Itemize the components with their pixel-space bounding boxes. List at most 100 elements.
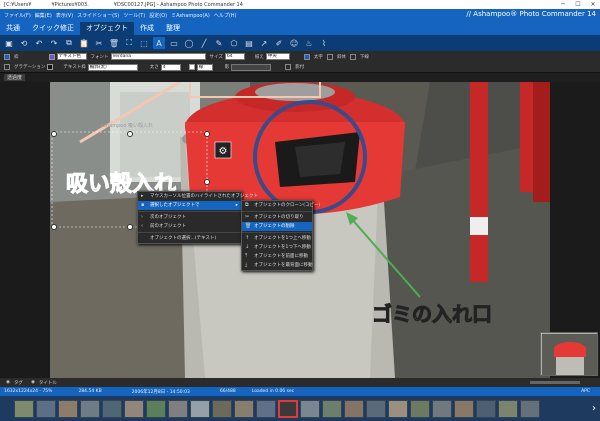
thumbnail[interactable]	[36, 399, 56, 418]
delete-icon[interactable]: 🗑	[108, 37, 120, 49]
gradient-color-swatch[interactable]	[47, 64, 54, 70]
text-object-slot[interactable]: ゴミの入れ口	[372, 298, 493, 327]
polygon-icon[interactable]: ⬠	[228, 37, 240, 49]
submenu-item-move-down[interactable]: ↓ オブジェクトを1つ下へ移動	[242, 243, 312, 252]
menu-tools[interactable]: ツール(T)	[123, 12, 145, 19]
tab-organize[interactable]: 整理	[160, 22, 186, 35]
tab-common[interactable]: 共通	[0, 22, 26, 35]
maximize-button[interactable]: ☐	[571, 0, 585, 9]
thumbnail[interactable]	[212, 399, 232, 418]
redo-icon[interactable]: ↷	[48, 37, 60, 49]
submenu-item-bring-front[interactable]: ⤒ オブジェクトを前面に移動	[242, 252, 312, 261]
thumbnail[interactable]	[344, 399, 364, 418]
thumbnail[interactable]	[498, 399, 518, 418]
tag-label[interactable]: タグ	[14, 380, 23, 386]
thumbnail[interactable]	[58, 399, 78, 418]
thumbnail[interactable]	[14, 399, 34, 418]
line-icon[interactable]: ╱	[198, 37, 210, 49]
zoom-slider[interactable]	[530, 381, 580, 384]
thumbnail[interactable]	[80, 399, 100, 418]
menu-view[interactable]: 表示(V)	[56, 12, 73, 19]
menu-item-select-object[interactable]: オブジェクトの選択...(テキスト)	[138, 234, 241, 243]
brush-icon[interactable]: ⌇	[318, 37, 330, 49]
text-color-swatch[interactable]	[48, 53, 55, 60]
thumbnail[interactable]	[168, 399, 188, 418]
thumbnail[interactable]	[520, 399, 540, 418]
frame-icon[interactable]: ⬚	[138, 37, 150, 49]
copy-icon[interactable]: ⧉	[63, 37, 75, 49]
italic-checkbox[interactable]	[326, 53, 333, 60]
menu-item-highlighted-object[interactable]: ▸ マウスカーソル位置のハイライトされたオブジェクト	[138, 192, 258, 201]
thumbnail[interactable]	[256, 399, 276, 418]
text-color-button[interactable]: テキスト色	[56, 53, 87, 60]
menu-help[interactable]: ヘルプ(H)	[214, 12, 237, 19]
thumbnail[interactable]	[476, 399, 496, 418]
marker-icon[interactable]: ✐	[273, 37, 285, 49]
submenu-item-clone[interactable]: ⧉ オブジェクトのクローン(コピー)	[242, 201, 320, 210]
cut-icon[interactable]: ✂	[93, 37, 105, 49]
arrow-icon[interactable]: ↗	[258, 37, 270, 49]
menu-settings[interactable]: 設定(O)	[149, 12, 167, 19]
submenu-item-move-up[interactable]: ↑ オブジェクトを1つ上へ移動	[242, 234, 312, 243]
rectangle-icon[interactable]: ▭	[168, 37, 180, 49]
undo-icon[interactable]: ↶	[33, 37, 45, 49]
thumbnail[interactable]	[234, 399, 254, 418]
thumbnail[interactable]	[388, 399, 408, 418]
image-icon[interactable]: ▤	[243, 37, 255, 49]
line-style-select[interactable]: 線	[196, 63, 213, 71]
submenu-item-delete[interactable]: 🗑 オブジェクトの削除	[242, 222, 312, 231]
outline-checkbox[interactable]	[4, 53, 10, 60]
menu-file[interactable]: ファイル(F)	[4, 12, 31, 19]
opacity-tab[interactable]: 透過度	[4, 74, 26, 81]
bold-checkbox[interactable]	[303, 53, 310, 60]
thumbnail-current[interactable]	[278, 399, 298, 418]
tab-quick-fix[interactable]: クイック修正	[26, 22, 80, 35]
filmstrip-next-icon[interactable]: ›	[588, 396, 600, 421]
pen-icon[interactable]: ✎	[213, 37, 225, 49]
thumbnail[interactable]	[124, 399, 144, 418]
thumbnail[interactable]	[454, 399, 474, 418]
navigator-preview[interactable]	[540, 332, 598, 376]
thumbnail[interactable]	[410, 399, 430, 418]
thumbnail[interactable]	[322, 399, 342, 418]
minimize-button[interactable]: ─	[556, 0, 570, 9]
image-canvas[interactable]: ⚙ Ashampoo 吸い殻入れ 吸い殻入れ ゴミの入れ口 ▸ マウスカーソル位置…	[0, 82, 600, 378]
thumbnail[interactable]	[432, 399, 452, 418]
paste-icon[interactable]: 📋	[78, 37, 90, 49]
save-icon[interactable]: ▣	[3, 37, 15, 49]
width-select[interactable]: 4	[160, 63, 181, 71]
shadow-select[interactable]	[231, 63, 272, 71]
thumbnail[interactable]	[146, 399, 166, 418]
gradient-checkbox[interactable]	[4, 64, 10, 70]
submenu-item-cut[interactable]: ✂ オブジェクトの切り取り	[242, 213, 312, 222]
smiley-icon[interactable]: ☺	[288, 37, 300, 49]
menu-item-prev-object[interactable]: ‹ 前のオブジェクト	[138, 222, 241, 231]
text-border-select[interactable]: 輪郭(太)	[87, 63, 138, 71]
rotate-icon[interactable]: ⟲	[18, 37, 30, 49]
thumbnail[interactable]	[190, 399, 210, 418]
ellipse-icon[interactable]: ◯	[183, 37, 195, 49]
crop-icon[interactable]: ⛶	[123, 37, 135, 49]
text-icon[interactable]: A	[153, 37, 165, 49]
close-button[interactable]: ✕	[586, 0, 600, 9]
tag-radio-icon[interactable]: ◉	[6, 380, 10, 385]
thumbnail[interactable]	[300, 399, 320, 418]
menu-ashampoo[interactable]: ミAshampoo(A)	[171, 12, 210, 19]
menu-edit[interactable]: 編集(E)	[35, 12, 52, 19]
tab-object[interactable]: オブジェクト	[80, 22, 134, 35]
shadow-checkbox[interactable]	[285, 64, 292, 70]
font-select[interactable]: Verdana	[110, 53, 206, 60]
align-select[interactable]: 中央	[265, 53, 290, 60]
menu-item-next-object[interactable]: › 次のオブジェクト	[138, 213, 241, 222]
menu-item-selected-object[interactable]: ▪ 選択したオブジェクトで ▸	[138, 201, 241, 210]
title-radio-icon[interactable]: ◉	[31, 380, 35, 385]
tab-create[interactable]: 作成	[134, 22, 160, 35]
size-select[interactable]: 64	[224, 53, 245, 60]
title-label[interactable]: タイトル	[39, 380, 57, 386]
thumbnail[interactable]	[366, 399, 386, 418]
underline-checkbox[interactable]	[349, 53, 356, 60]
submenu-item-send-back[interactable]: ⤓ オブジェクトを最背面に移動	[242, 261, 313, 270]
line-color-swatch[interactable]	[188, 64, 195, 70]
menu-slideshow[interactable]: スライドショー(S)	[77, 12, 119, 19]
thumbnail[interactable]	[102, 399, 122, 418]
